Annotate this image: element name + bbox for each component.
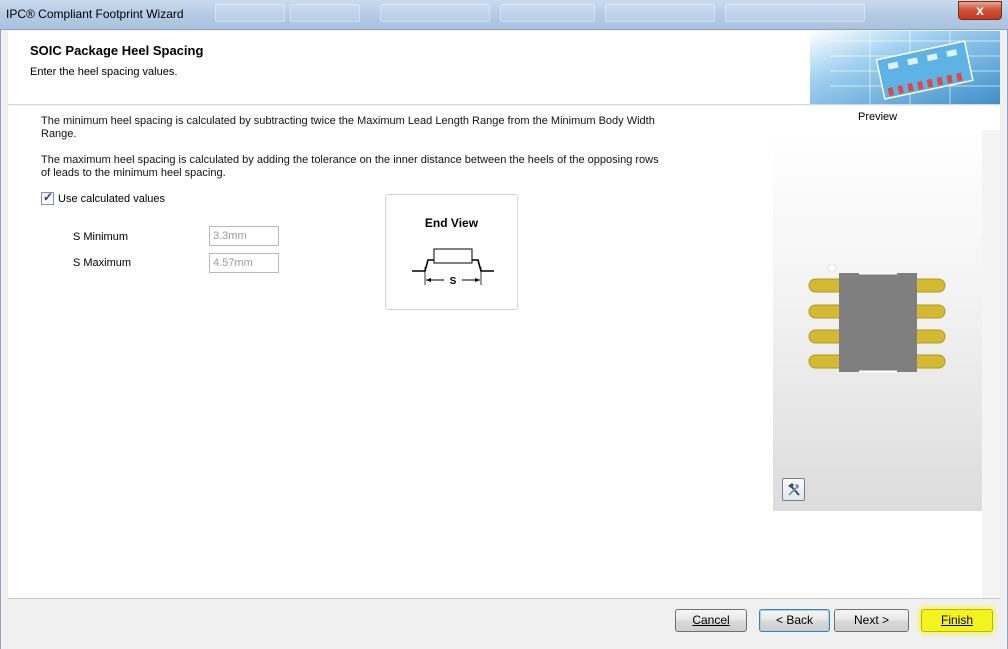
finish-button[interactable]: Finish xyxy=(921,609,993,632)
use-calculated-label: Use calculated values xyxy=(58,192,166,205)
background-taskbar-ghost xyxy=(605,4,715,22)
back-button-label: < Back xyxy=(775,613,814,627)
wizard-footer: Cancel < Back Next > Finish xyxy=(8,598,1000,644)
max-heel-description: The maximum heel spacing is calculated b… xyxy=(41,154,659,179)
s-maximum-label: S Maximum xyxy=(73,257,132,269)
background-taskbar-ghost xyxy=(380,4,490,22)
background-taskbar-ghost xyxy=(215,4,285,22)
background-taskbar-ghost xyxy=(290,4,360,22)
end-view-dimension-label: S xyxy=(450,276,457,287)
back-button[interactable]: < Back xyxy=(759,609,830,632)
wizard-content: The minimum heel spacing is calculated b… xyxy=(8,106,1000,598)
s-minimum-input[interactable]: 3.3mm xyxy=(209,226,279,246)
end-view-drawing: S xyxy=(412,248,494,287)
cancel-button[interactable]: Cancel xyxy=(675,609,747,632)
close-icon: x xyxy=(976,2,984,18)
title-bar: IPC® Compliant Footprint Wizard x xyxy=(0,0,1008,30)
finish-button-label: Finish xyxy=(940,613,973,627)
preview-label: Preview xyxy=(858,111,898,123)
next-button-label: Next > xyxy=(853,613,889,627)
next-button[interactable]: Next > xyxy=(834,609,909,632)
s-minimum-label: S Minimum xyxy=(73,231,129,243)
cancel-button-label: Cancel xyxy=(692,613,730,627)
hammer-wrench-icon xyxy=(788,483,800,496)
page-title: SOIC Package Heel Spacing xyxy=(30,43,204,58)
background-taskbar-ghost xyxy=(725,4,865,22)
use-calculated-values-row[interactable]: ✓ Use calculated values xyxy=(41,190,166,205)
page-subtitle: Enter the heel spacing values. xyxy=(30,66,178,78)
window-title: IPC® Compliant Footprint Wizard xyxy=(6,7,184,21)
footprint-preview[interactable] xyxy=(773,130,982,511)
header-banner-image xyxy=(810,31,1000,104)
s-maximum-input[interactable]: 4.57mm xyxy=(209,253,279,273)
background-taskbar-ghost xyxy=(500,4,595,22)
content-scrollbar[interactable] xyxy=(982,130,1000,598)
end-view-diagram: End View S xyxy=(385,194,518,310)
close-button[interactable]: x xyxy=(958,1,1002,20)
use-calculated-checkbox[interactable]: ✓ xyxy=(41,190,54,205)
preview-tools-button[interactable] xyxy=(782,478,805,501)
soic-preview-drawing xyxy=(808,263,946,373)
min-heel-description: The minimum heel spacing is calculated b… xyxy=(41,115,655,140)
checkmark-icon: ✓ xyxy=(43,190,54,204)
wizard-header: SOIC Package Heel Spacing Enter the heel… xyxy=(8,31,1000,105)
end-view-title: End View xyxy=(424,216,479,230)
